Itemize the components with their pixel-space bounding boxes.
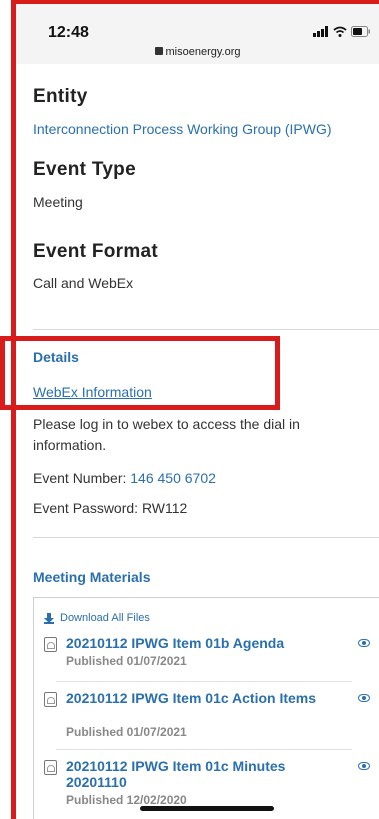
download-icon — [44, 612, 54, 624]
eye-icon[interactable] — [358, 694, 370, 702]
battery-icon — [351, 26, 370, 37]
material-title[interactable]: 20210112 IPWG Item 01b Agenda — [66, 635, 326, 651]
section-divider — [33, 329, 379, 330]
annotation-border-top — [11, 0, 379, 4]
download-all-label: Download All Files — [60, 612, 150, 624]
pdf-icon — [44, 637, 57, 652]
wifi-icon — [333, 26, 347, 37]
event-password-label: Event Password: — [33, 500, 139, 516]
annotation-border-left — [11, 0, 16, 819]
details-heading: Details — [33, 349, 79, 365]
material-published-date: Published 01/07/2021 — [66, 654, 187, 668]
url-text: misoenergy.org — [165, 46, 241, 58]
material-published-date: Published 12/02/2020 — [66, 793, 187, 807]
event-format-value: Call and WebEx — [33, 275, 134, 291]
webex-information-link[interactable]: WebEx Information — [33, 384, 152, 400]
signal-icon — [313, 26, 328, 37]
details-text: Please log in to webex to access the dia… — [33, 416, 300, 453]
eye-icon[interactable] — [358, 639, 370, 647]
item-divider — [56, 749, 352, 750]
event-format-heading: Event Format — [33, 241, 159, 262]
material-published-date: Published 01/07/2021 — [66, 725, 187, 739]
event-number-row: Event Number: 146 450 6702 — [33, 470, 216, 486]
event-number-label: Event Number: — [33, 470, 127, 486]
download-all-button[interactable]: Download All Files — [44, 612, 150, 624]
item-divider — [56, 681, 352, 682]
material-title[interactable]: 20210112 IPWG Item 01c Minutes 20201110 — [66, 758, 326, 790]
home-indicator[interactable] — [140, 806, 274, 811]
meeting-materials-list: Download All Files 20210112 IPWG Item 01… — [33, 597, 379, 819]
entity-heading: Entity — [33, 86, 88, 107]
section-divider — [33, 537, 379, 538]
status-time: 12:48 — [48, 24, 89, 41]
entity-link[interactable]: Interconnection Process Working Group (I… — [33, 121, 332, 137]
event-password-value: RW112 — [141, 500, 188, 516]
url-bar[interactable]: misoenergy.org — [16, 46, 379, 58]
eye-icon[interactable] — [358, 762, 370, 770]
pdf-icon — [44, 692, 57, 707]
event-type-heading: Event Type — [33, 159, 136, 180]
material-title[interactable]: 20210112 IPWG Item 01c Action Items — [66, 690, 326, 706]
event-type-value: Meeting — [33, 194, 83, 210]
pdf-icon — [44, 760, 57, 775]
status-bar: 12:48 misoenergy.org — [16, 4, 379, 64]
event-number-link[interactable]: 146 450 6702 — [130, 470, 216, 486]
event-password-row: Event Password: RW112 — [33, 500, 187, 516]
lock-icon — [154, 47, 163, 55]
status-icons — [313, 26, 371, 37]
meeting-materials-heading: Meeting Materials — [33, 569, 151, 585]
